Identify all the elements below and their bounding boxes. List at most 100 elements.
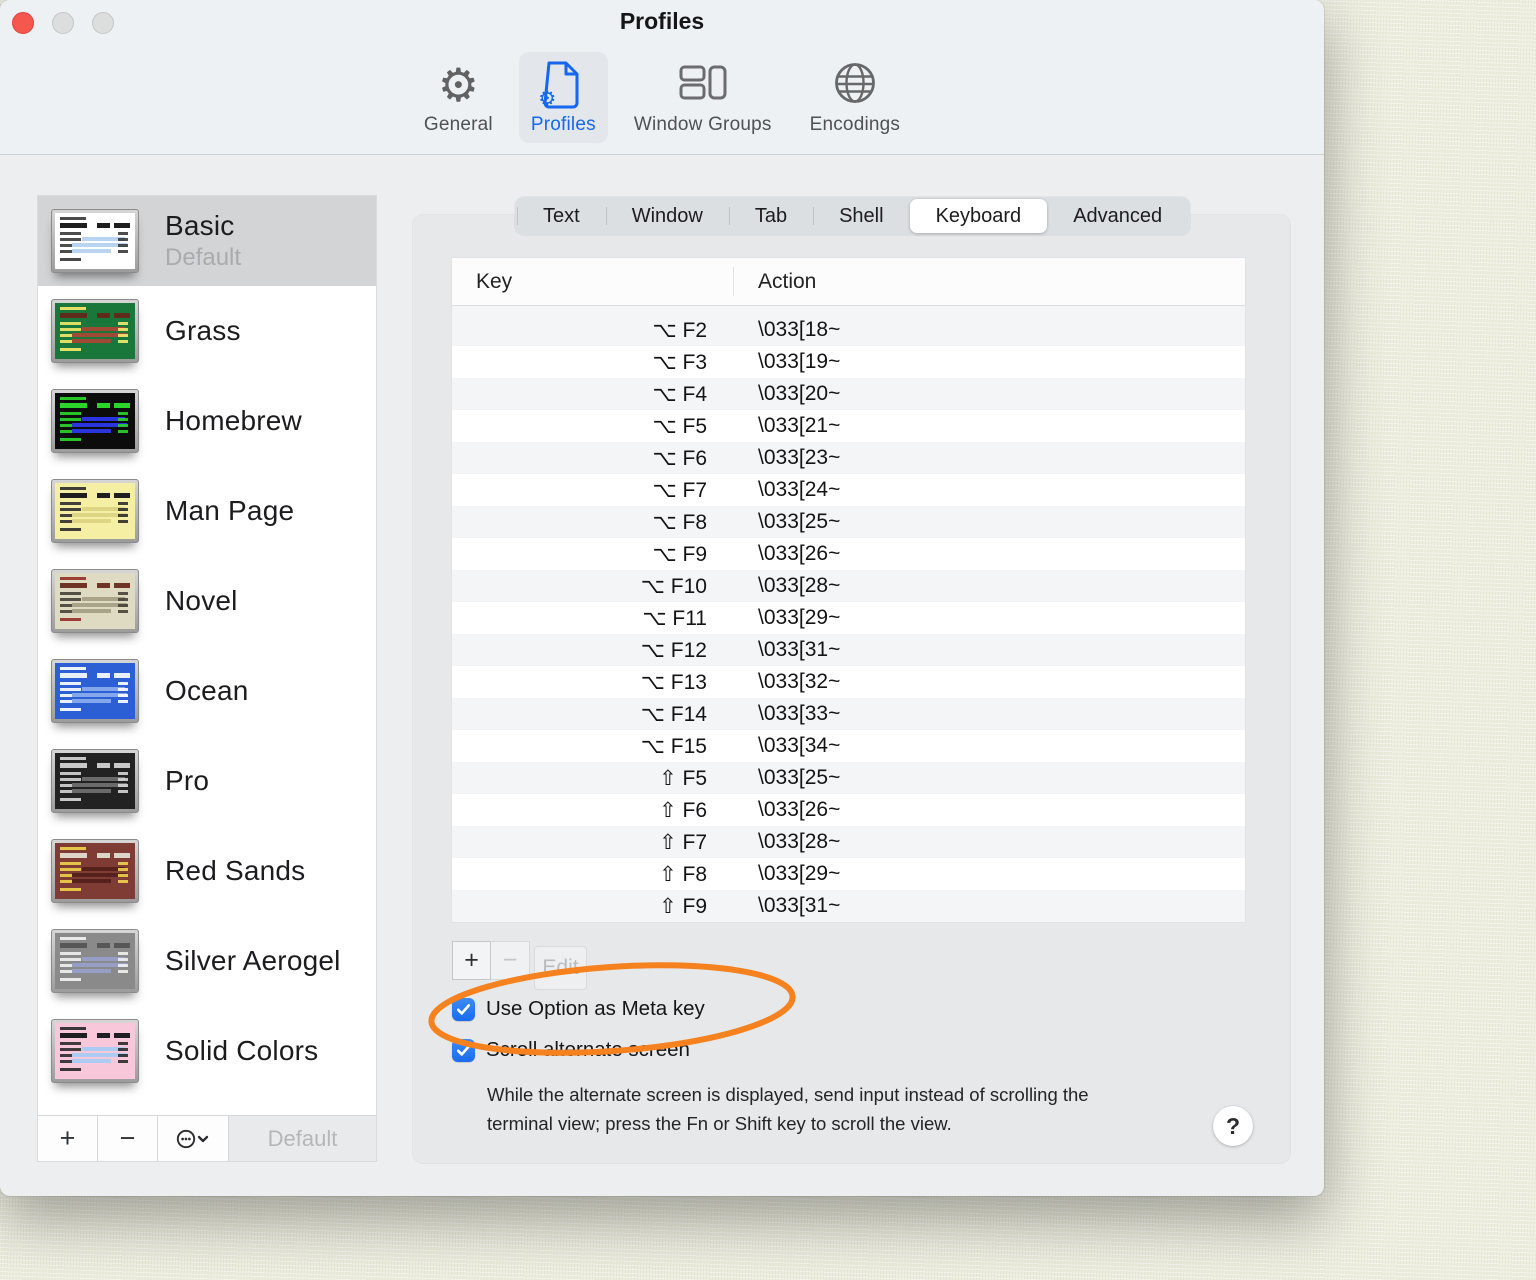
tab-label: Text: [543, 204, 580, 227]
toolbar-item[interactable]: Window Groups: [622, 52, 784, 143]
table-row[interactable]: ⇧ F5 \033[25~: [452, 762, 1245, 794]
partial-row: [452, 306, 1245, 314]
edit-key-button[interactable]: Edit: [534, 946, 587, 990]
table-row[interactable]: ⌥ F12 \033[31~: [452, 634, 1245, 666]
table-row[interactable]: ⇧ F7 \033[28~: [452, 826, 1245, 858]
profile-name: Man Page: [165, 495, 295, 526]
tab[interactable]: Keyboard: [909, 199, 1048, 233]
key-cell: ⌥ F7: [652, 478, 707, 502]
action-cell: \033[18~: [758, 318, 841, 341]
toolbar-item-icon-slot: ⚙: [438, 58, 479, 112]
action-cell: \033[31~: [758, 894, 841, 917]
profile-list-item[interactable]: Solid Colors: [38, 1006, 376, 1096]
action-cell: \033[20~: [758, 382, 841, 405]
table-row[interactable]: ⌥ F4 \033[20~: [452, 378, 1245, 410]
profile-list-item[interactable]: Grass: [38, 286, 376, 376]
table-row[interactable]: ⇧ F6 \033[26~: [452, 794, 1245, 826]
checkbox-label: Scroll alternate screen: [486, 1038, 690, 1061]
tab-label: Tab: [754, 204, 788, 227]
checkbox-label: Use Option as Meta key: [486, 997, 705, 1020]
profile-thumbnail: [51, 479, 139, 543]
add-key-button[interactable]: +: [452, 941, 491, 980]
profile-thumbnail: [51, 299, 139, 363]
profile-name: Ocean: [165, 675, 249, 706]
profile-thumbnail: [51, 569, 139, 633]
default-button[interactable]: Default: [229, 1116, 376, 1161]
profile-list-item[interactable]: Novel: [38, 556, 376, 646]
toolbar-item[interactable]: Encodings: [798, 52, 913, 143]
profile-list-item[interactable]: Basic Default: [38, 196, 376, 286]
profile-list-item[interactable]: Silver Aerogel: [38, 916, 376, 1006]
action-cell: \033[19~: [758, 350, 841, 373]
action-cell: \033[25~: [758, 510, 841, 533]
action-cell: \033[24~: [758, 478, 841, 501]
table-header: Key Action: [452, 258, 1245, 306]
table-row[interactable]: ⌥ F15 \033[34~: [452, 730, 1245, 762]
tab[interactable]: Window: [605, 199, 729, 233]
more-options-button[interactable]: [158, 1116, 229, 1161]
profile-list-item[interactable]: Pro: [38, 736, 376, 826]
table-row[interactable]: ⇧ F9 \033[31~: [452, 890, 1245, 922]
table-row[interactable]: ⌥ F13 \033[32~: [452, 666, 1245, 698]
key-cell: ⌥ F14: [640, 702, 707, 726]
column-divider: [733, 267, 734, 296]
profile-name: Novel: [165, 585, 238, 616]
profile-list-item[interactable]: Red Sands: [38, 826, 376, 916]
table-row[interactable]: ⌥ F8 \033[25~: [452, 506, 1245, 538]
table-row[interactable]: ⇧ F8 \033[29~: [452, 858, 1245, 890]
table-row[interactable]: ⌥ F6 \033[23~: [452, 442, 1245, 474]
action-cell: \033[32~: [758, 670, 841, 693]
tab[interactable]: Advanced: [1047, 199, 1188, 233]
tab-label: Keyboard: [935, 204, 1022, 227]
table-row[interactable]: ⌥ F9 \033[26~: [452, 538, 1245, 570]
profile-thumbnail: [51, 929, 139, 993]
profile-thumbnail: [51, 839, 139, 903]
scroll-alternate-screen-checkbox-row[interactable]: Scroll alternate screen: [452, 1038, 690, 1062]
toolbar-item[interactable]: ⚙ Profiles: [518, 52, 608, 143]
remove-profile-button[interactable]: −: [98, 1116, 158, 1161]
table-row[interactable]: ⌥ F14 \033[33~: [452, 698, 1245, 730]
table-row[interactable]: ⌥ F3 \033[19~: [452, 346, 1245, 378]
toolbar-item-label: Encodings: [809, 114, 901, 135]
checkbox-checked[interactable]: [452, 1038, 475, 1062]
key-cell: ⌥ F4: [652, 382, 707, 406]
profile-sidebar: Basic Default Grass Homebrew Man Page No…: [37, 195, 377, 1162]
action-cell: \033[29~: [758, 606, 841, 629]
settings-tabs: Text Window Tab Shell Keyboard Advanced: [515, 197, 1191, 235]
table-row[interactable]: ⌥ F11 \033[29~: [452, 602, 1245, 634]
toolbar-item-icon-slot: [678, 58, 728, 112]
tab[interactable]: Text: [517, 199, 606, 233]
profile-list-item[interactable]: Ocean: [38, 646, 376, 736]
profile-list-item[interactable]: Homebrew: [38, 376, 376, 466]
profile-list-item[interactable]: Man Page: [38, 466, 376, 556]
checkbox-checked[interactable]: [452, 997, 475, 1021]
action-cell: \033[26~: [758, 542, 841, 565]
toolbar-item[interactable]: ⚙ General: [412, 52, 505, 143]
key-cell: ⇧ F8: [659, 862, 707, 886]
add-profile-button[interactable]: +: [38, 1116, 98, 1161]
action-cell: \033[23~: [758, 446, 841, 469]
remove-key-button[interactable]: −: [491, 941, 530, 980]
profile-name: Grass: [165, 315, 241, 346]
window-groups-icon: [678, 61, 728, 110]
use-option-as-meta-checkbox-row[interactable]: Use Option as Meta key: [452, 997, 705, 1021]
key-cell: ⌥ F9: [652, 542, 707, 566]
action-cell: \033[31~: [758, 638, 841, 661]
help-button[interactable]: ?: [1213, 1106, 1253, 1146]
checkmark-icon: [456, 1003, 471, 1015]
window-title: Profiles: [619, 8, 705, 34]
profile-name: Basic: [165, 210, 235, 241]
profile-thumbnail: [51, 1019, 139, 1083]
tab[interactable]: Shell: [813, 199, 909, 233]
table-row[interactable]: ⌥ F10 \033[28~: [452, 570, 1245, 602]
key-cell: ⌥ F15: [640, 734, 707, 758]
toolbar-item-icon-slot: [832, 58, 878, 112]
tab[interactable]: Tab: [728, 199, 813, 233]
profile-thumbnail: [51, 209, 139, 273]
gear-icon: ⚙: [437, 58, 479, 112]
key-cell: ⌥ F8: [652, 510, 707, 534]
table-row[interactable]: ⌥ F5 \033[21~: [452, 410, 1245, 442]
table-row[interactable]: ⌥ F2 \033[18~: [452, 314, 1245, 346]
toolbar-item-icon-slot: ⚙: [538, 58, 582, 112]
table-row[interactable]: ⌥ F7 \033[24~: [452, 474, 1245, 506]
